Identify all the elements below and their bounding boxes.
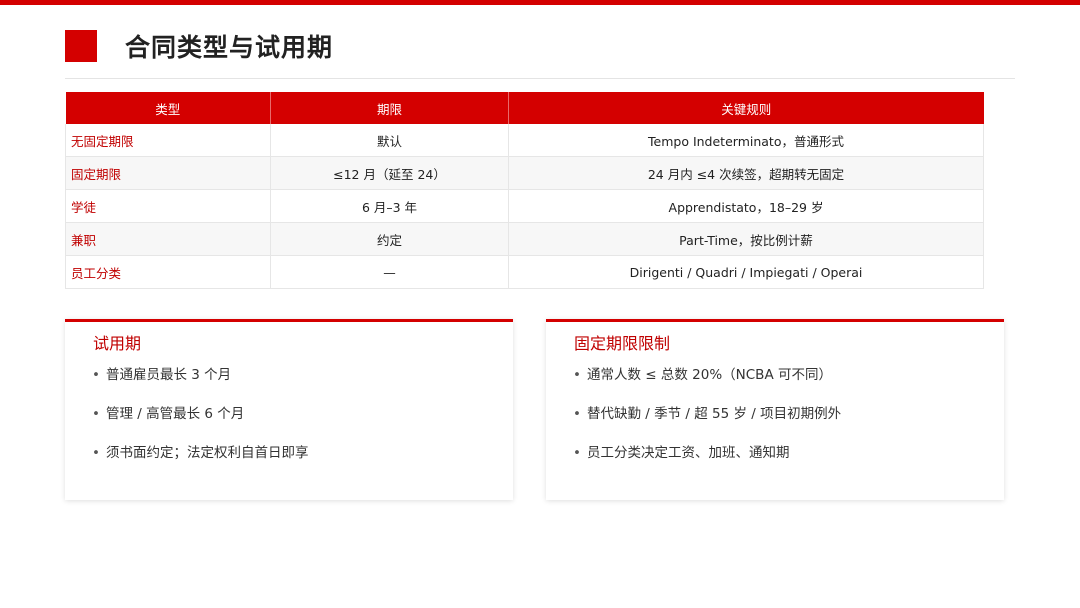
header-type: 类型 (65, 92, 271, 124)
cell-term: 默认 (270, 124, 509, 157)
list-item: 管理 / 高管最长 6 个月 (92, 403, 308, 442)
cell-type: 无固定期限 (65, 124, 271, 157)
cell-type: 员工分类 (65, 255, 271, 289)
cell-term: 6 月–3 年 (270, 189, 509, 223)
cell-type: 学徒 (65, 189, 271, 223)
cell-type: 固定期限 (65, 156, 271, 190)
title-divider (65, 78, 1015, 79)
table-row: 兼职 约定 Part-Time，按比例计薪 (65, 222, 984, 256)
list-item: 员工分类决定工资、加班、通知期 (573, 442, 841, 481)
header-key-rules: 关键规则 (508, 92, 984, 124)
header-term: 期限 (270, 92, 509, 124)
probation-card: 试用期 普通雇员最长 3 个月 管理 / 高管最长 6 个月 须书面约定；法定权… (65, 319, 513, 500)
list-item: 普通雇员最长 3 个月 (92, 364, 308, 403)
fixed-term-limits-card: 固定期限限制 通常人数 ≤ 总数 20%（NCBA 可不同） 替代缺勤 / 季节… (546, 319, 1004, 500)
list-item: 替代缺勤 / 季节 / 超 55 岁 / 项目初期例外 (573, 403, 841, 442)
table-row: 无固定期限 默认 Tempo Indeterminato，普通形式 (65, 124, 984, 157)
table-row: 员工分类 — Dirigenti / Quadri / Impiegati / … (65, 255, 984, 289)
list-item: 须书面约定；法定权利自首日即享 (92, 442, 309, 481)
cell-rule: Tempo Indeterminato，普通形式 (508, 124, 984, 157)
cell-term: ≤12 月（延至 24） (270, 156, 509, 190)
cell-term: — (270, 255, 509, 289)
fixed-term-list: 通常人数 ≤ 总数 20%（NCBA 可不同） 替代缺勤 / 季节 / 超 55… (573, 364, 841, 481)
probation-list: 普通雇员最长 3 个月 管理 / 高管最长 6 个月 须书面约定；法定权利自首日… (92, 364, 309, 481)
contract-types-table: 类型 期限 关键规则 无固定期限 默认 Tempo Indeterminato，… (65, 92, 984, 289)
cell-rule: 24 月内 ≤4 次续签，超期转无固定 (508, 156, 984, 190)
table-row: 学徒 6 月–3 年 Apprendistato，18–29 岁 (65, 189, 984, 223)
title-marker (65, 30, 97, 62)
table-row: 固定期限 ≤12 月（延至 24） 24 月内 ≤4 次续签，超期转无固定 (65, 156, 984, 190)
cell-rule: Dirigenti / Quadri / Impiegati / Operai (508, 255, 984, 289)
probation-card-title: 试用期 (93, 334, 142, 353)
cell-rule: Apprendistato，18–29 岁 (508, 189, 984, 223)
cell-type: 兼职 (65, 222, 271, 256)
cell-rule: Part-Time，按比例计薪 (508, 222, 984, 256)
list-item: 通常人数 ≤ 总数 20%（NCBA 可不同） (573, 364, 841, 403)
fixed-term-card-title: 固定期限限制 (574, 334, 671, 353)
cell-term: 约定 (270, 222, 509, 256)
table-header-row: 类型 期限 关键规则 (65, 92, 984, 124)
top-accent-bar (0, 0, 1080, 5)
page-title: 合同类型与试用期 (125, 33, 334, 62)
